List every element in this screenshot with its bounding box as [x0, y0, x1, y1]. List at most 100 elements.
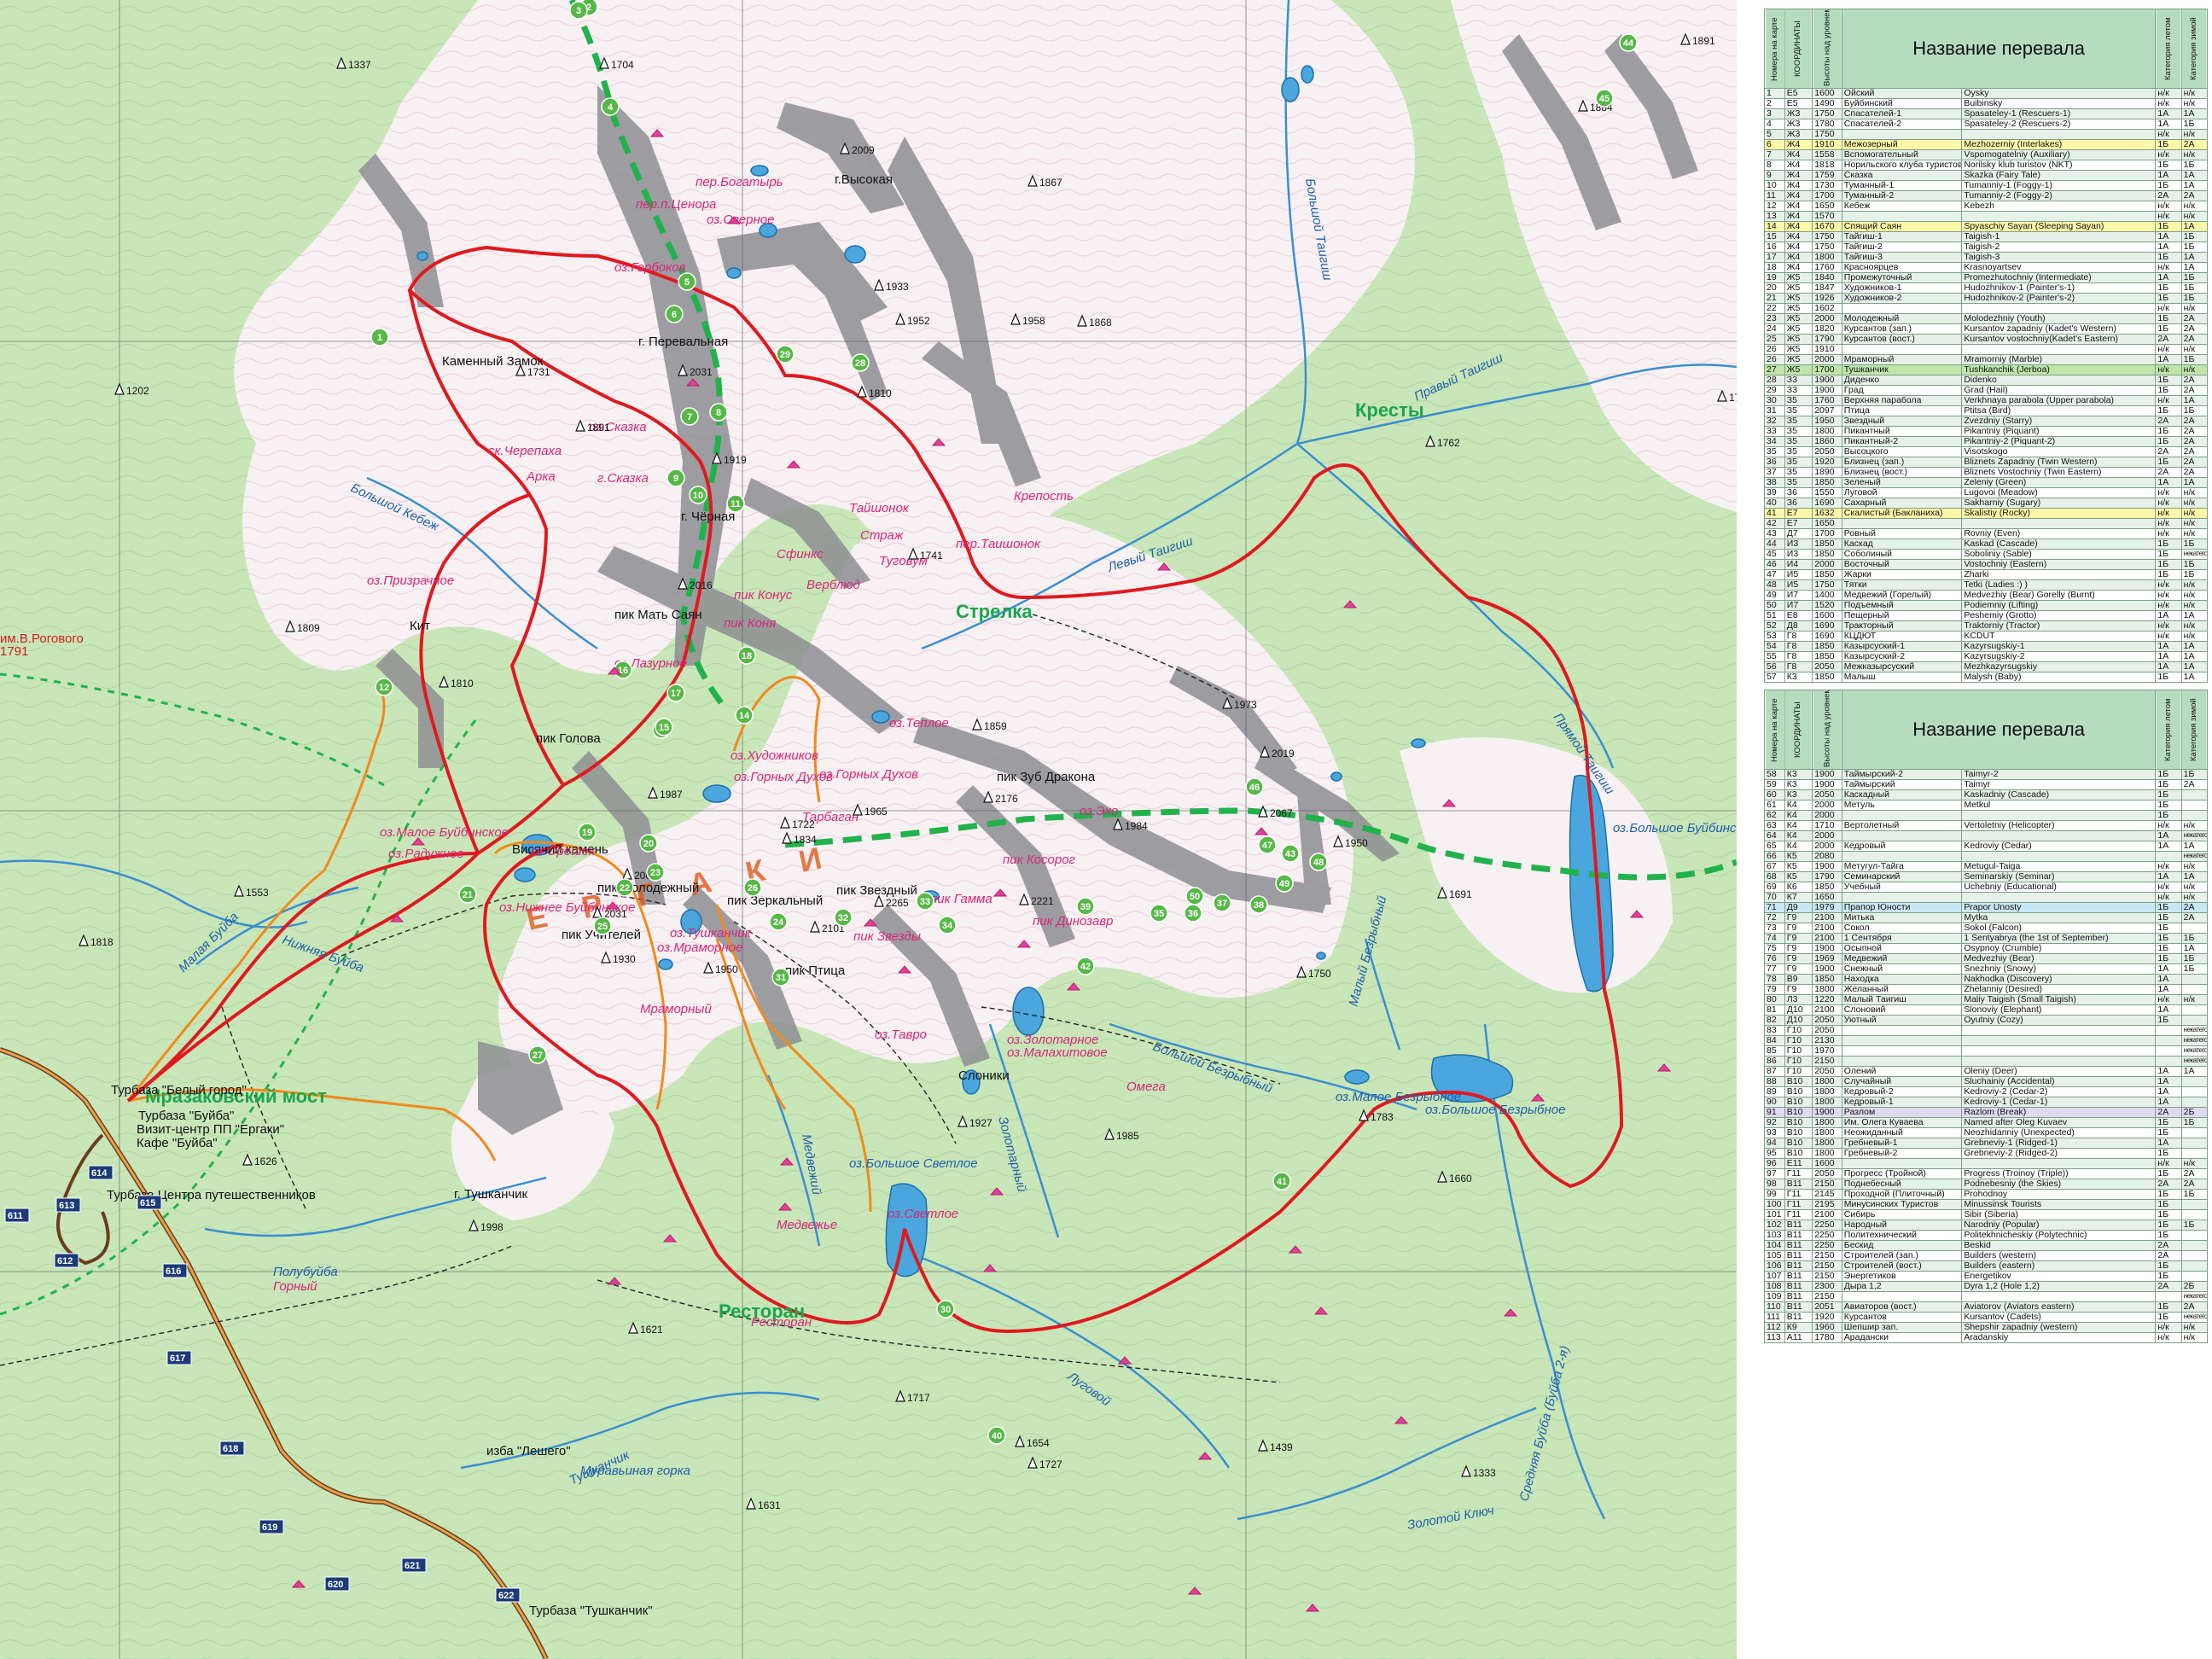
pass-number: 58 — [1764, 769, 1785, 780]
pass-number: 70 — [1764, 892, 1785, 903]
pass-name-en — [1961, 1035, 2157, 1046]
route-point[interactable]: 14 — [735, 706, 754, 725]
pass-category-winter: 1Б — [2180, 160, 2209, 171]
route-point[interactable]: 39 — [1076, 897, 1095, 916]
pass-name-en: Verkhnaya parabola (Upper parabola) — [1961, 395, 2157, 406]
pass-name-en — [1961, 851, 2157, 862]
route-point[interactable]: 4 — [601, 97, 620, 116]
svg-text:оз.Большое Буйбинское: оз.Большое Буйбинское — [1613, 821, 1737, 835]
pass-name-en: Sibir (Siberia) — [1961, 1209, 2157, 1220]
pass-name-en: Osypnoy (Crumble) — [1961, 943, 2157, 954]
route-point-number: 46 — [1249, 783, 1260, 793]
pass-number: 28 — [1764, 375, 1785, 386]
route-point[interactable]: 33 — [916, 892, 934, 911]
route-point[interactable]: 29 — [776, 345, 795, 364]
pass-number: 59 — [1764, 779, 1785, 790]
svg-text:пер.п.Ценора: пер.п.Ценора — [636, 197, 716, 212]
pass-coordinates: Г9 — [1784, 933, 1813, 944]
route-point[interactable]: 9 — [667, 469, 685, 487]
elevation-value: 1727 — [1039, 1458, 1062, 1470]
pass-name-en: Politekhnicheskiy (Polytechnic) — [1961, 1230, 2157, 1241]
route-point-number: 11 — [731, 499, 741, 509]
pass-number: 69 — [1764, 882, 1785, 893]
route-point[interactable]: 31 — [771, 968, 790, 987]
route-point[interactable]: 36 — [1184, 904, 1202, 923]
route-point[interactable]: 27 — [528, 1045, 547, 1064]
route-point[interactable]: 43 — [1281, 844, 1300, 863]
route-point[interactable]: 8 — [709, 403, 728, 422]
svg-text:изба "Лешего": изба "Лешего" — [486, 1444, 571, 1458]
route-point-number: 28 — [855, 358, 865, 369]
route-point[interactable]: 48 — [1309, 853, 1328, 871]
pass-number: 44 — [1764, 538, 1785, 550]
route-point[interactable]: 32 — [834, 908, 853, 927]
svg-text:оз.Художников: оз.Художников — [731, 748, 818, 763]
route-point[interactable]: 17 — [667, 684, 685, 702]
route-point[interactable]: 41 — [1272, 1172, 1291, 1190]
pass-height: 2100 — [1812, 912, 1842, 923]
route-point[interactable]: 47 — [1258, 835, 1277, 854]
route-point[interactable]: 34 — [938, 916, 957, 934]
route-point[interactable]: 37 — [1213, 894, 1231, 912]
route-point[interactable]: 7 — [680, 407, 699, 426]
svg-text:пик Молодежный: пик Молодежный — [597, 881, 699, 895]
pass-number: 80 — [1764, 994, 1785, 1005]
pass-name-ru: Таймырский-2 — [1841, 769, 1963, 780]
pass-coordinates: В11 — [1784, 1291, 1813, 1302]
route-point[interactable]: 20 — [639, 834, 658, 853]
route-point[interactable]: 35 — [1150, 904, 1168, 923]
route-point[interactable]: 46 — [1245, 777, 1264, 796]
road-number-badge: 620 — [324, 1576, 350, 1592]
route-point[interactable]: 23 — [646, 863, 665, 882]
route-point[interactable]: 45 — [1595, 89, 1614, 108]
route-point[interactable]: 25 — [593, 917, 612, 935]
pass-coordinates: З5 — [1784, 467, 1813, 478]
pass-number: 99 — [1764, 1189, 1785, 1200]
route-point[interactable]: 18 — [737, 646, 756, 665]
pass-name-ru: Высоцкого — [1841, 446, 1963, 457]
route-point[interactable]: 30 — [936, 1300, 955, 1318]
pass-category-winter: 1А — [2180, 262, 2209, 273]
pass-category-summer: 1Б — [2155, 1199, 2182, 1210]
route-point[interactable]: 1 — [370, 328, 389, 346]
pass-coordinates: К6 — [1784, 882, 1813, 893]
route-point[interactable]: 5 — [678, 272, 696, 291]
route-point[interactable]: 24 — [769, 912, 788, 931]
pass-name-ru: Осыпной — [1841, 943, 1963, 954]
pass-category-summer — [2155, 851, 2182, 862]
route-point[interactable]: 22 — [615, 878, 634, 897]
pass-height: 2150 — [1812, 1250, 1842, 1261]
route-point[interactable]: 49 — [1275, 874, 1294, 893]
route-point[interactable]: 10 — [689, 486, 707, 504]
route-point[interactable]: 3 — [569, 1, 588, 20]
route-point[interactable]: 15 — [655, 718, 673, 736]
route-point-number: 43 — [1285, 849, 1295, 859]
pass-category-summer: 1А — [2155, 610, 2182, 621]
pass-name-en: Metkul — [1961, 800, 2157, 811]
pass-height: 1850 — [1812, 641, 1842, 652]
pass-height: 1926 — [1812, 293, 1842, 304]
route-point[interactable]: 42 — [1076, 957, 1095, 975]
pass-coordinates: К4 — [1784, 830, 1813, 841]
route-point[interactable]: 50 — [1185, 887, 1204, 905]
route-point[interactable]: 12 — [375, 678, 393, 696]
route-point[interactable]: 38 — [1249, 895, 1268, 914]
pass-category-summer: н/к — [2155, 487, 2182, 498]
route-point[interactable]: 6 — [665, 305, 684, 323]
route-point[interactable]: 28 — [851, 353, 870, 372]
pass-height: 2050 — [1812, 1168, 1842, 1179]
pass-height: 1690 — [1812, 631, 1842, 642]
pass-row: 7 Ж4 1558 Вспомогательный Vspomogatelniy (Au… — [1764, 149, 2209, 160]
pass-name-ru — [1841, 211, 1963, 222]
pass-category-summer: 1Б — [2155, 1271, 2182, 1282]
pass-category-summer: 1Б — [2155, 426, 2182, 437]
route-point[interactable]: 19 — [578, 823, 597, 841]
route-point[interactable]: 21 — [458, 885, 477, 904]
pass-number: 36 — [1764, 457, 1785, 468]
pass-height: 2100 — [1812, 933, 1842, 944]
route-point[interactable]: 26 — [743, 878, 762, 897]
route-point[interactable]: 44 — [1619, 33, 1638, 52]
route-point[interactable]: 11 — [726, 494, 745, 513]
route-point[interactable]: 40 — [987, 1426, 1006, 1445]
pass-category-summer: н/к — [2155, 1332, 2182, 1343]
